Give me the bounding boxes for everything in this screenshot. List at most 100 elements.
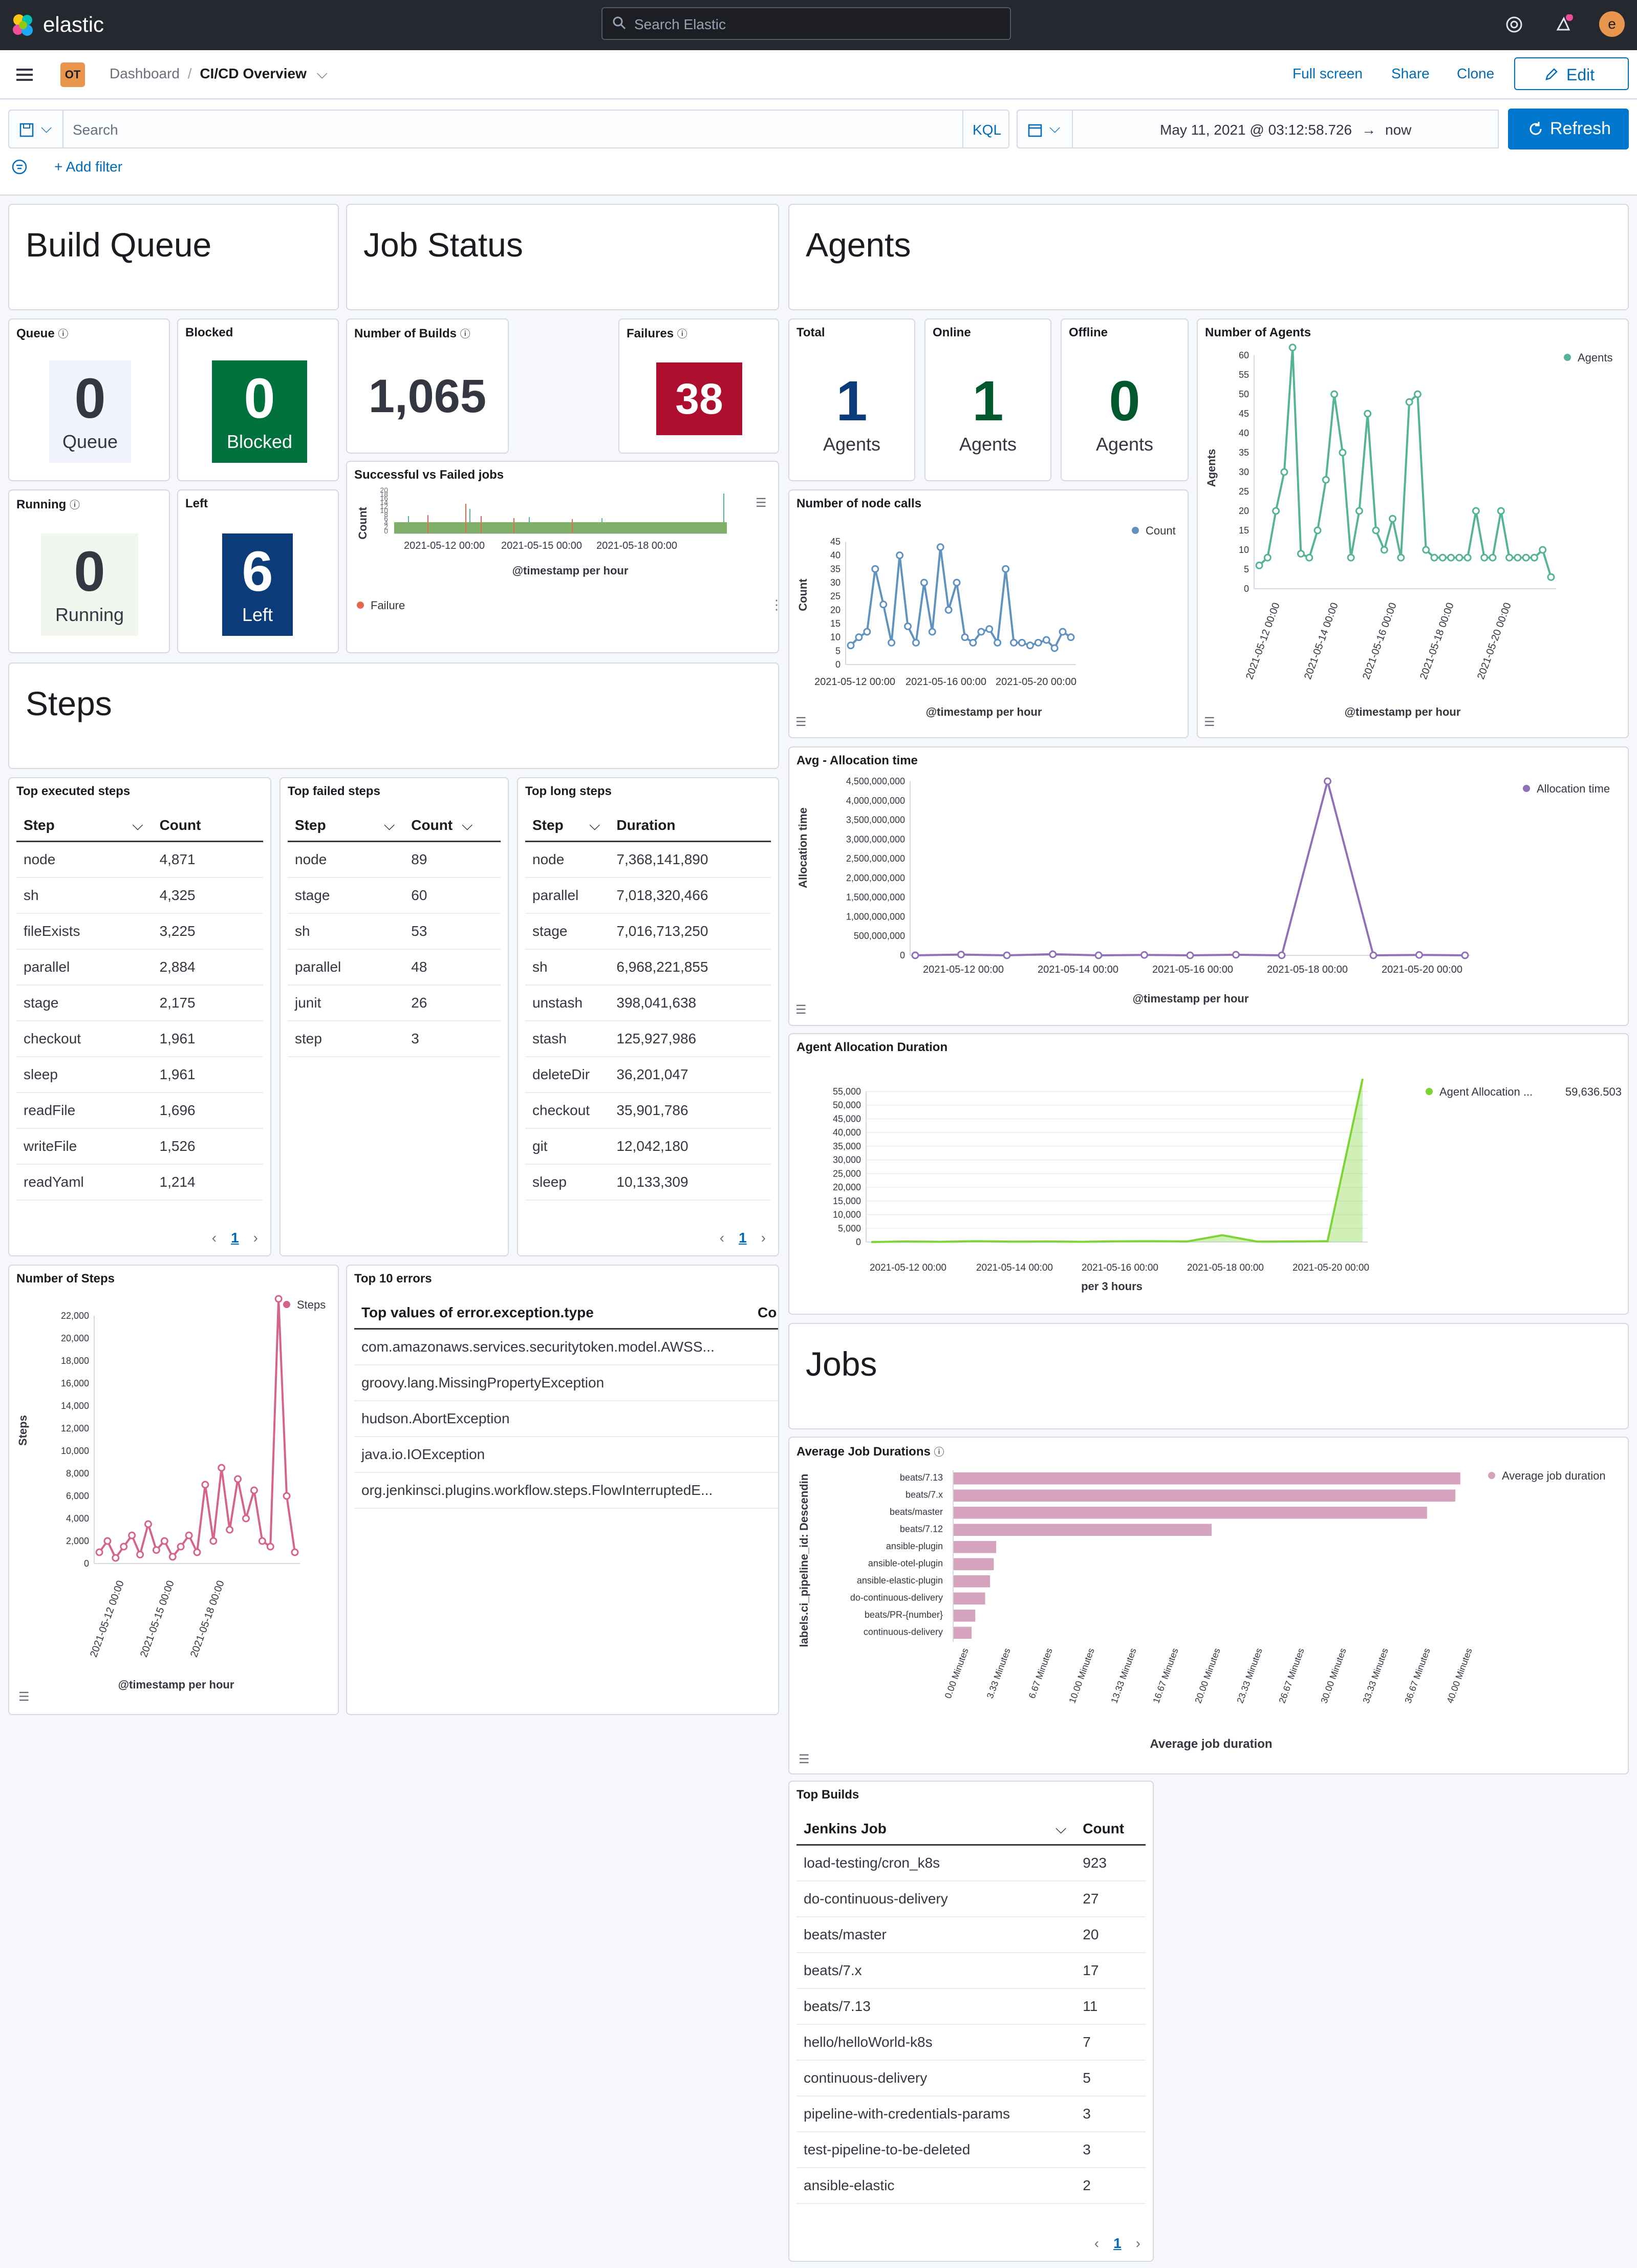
data-point[interactable] (1514, 553, 1522, 562)
data-point[interactable] (912, 638, 920, 647)
data-point[interactable] (128, 1531, 136, 1539)
data-point[interactable] (903, 622, 912, 630)
data-point[interactable] (193, 1548, 201, 1556)
table-row[interactable]: git 12,042,180 (525, 1129, 771, 1165)
time-start[interactable]: May 11, 2021 @ 03:12:58.726 (1160, 122, 1352, 138)
bar[interactable] (953, 1541, 997, 1553)
chevron-right-icon[interactable]: › (253, 1230, 258, 1246)
table-row[interactable]: sleep 1,961 (16, 1057, 263, 1093)
data-point[interactable] (1389, 515, 1397, 523)
data-point[interactable] (1280, 468, 1288, 476)
data-point[interactable] (1263, 553, 1272, 562)
data-point[interactable] (944, 606, 953, 614)
data-point[interactable] (855, 633, 863, 641)
table-row[interactable]: deleteDir 36,201,047 (525, 1057, 771, 1093)
filter-icon[interactable] (11, 159, 28, 175)
data-point[interactable] (1461, 951, 1469, 959)
space-badge[interactable]: OT (60, 62, 85, 87)
data-point[interactable] (1480, 553, 1489, 562)
table-row[interactable]: beats/7.x 17 (796, 1953, 1146, 1989)
bar[interactable] (953, 1592, 985, 1605)
chevron-down-icon[interactable]: ⌵ (317, 66, 328, 81)
data-point[interactable] (1278, 951, 1286, 959)
data-point[interactable] (291, 1548, 299, 1556)
column-header-type[interactable]: Top values of error.exception.type (354, 1304, 758, 1321)
info-icon[interactable]: ⓘ (677, 329, 687, 340)
data-point[interactable] (242, 1514, 250, 1523)
data-point[interactable] (1489, 553, 1497, 562)
legend-label[interactable]: Steps (297, 1298, 326, 1311)
data-point[interactable] (1430, 553, 1438, 562)
table-row[interactable]: checkout 35,901,786 (525, 1093, 771, 1129)
bar[interactable] (953, 1610, 976, 1622)
data-point[interactable] (185, 1531, 193, 1539)
info-icon[interactable]: ⓘ (58, 329, 68, 340)
global-search-input[interactable]: Search Elastic (601, 7, 1011, 40)
data-point[interactable] (177, 1543, 185, 1551)
table-row[interactable]: sh 6,968,221,855 (525, 950, 771, 986)
table-row[interactable]: junit 26 (288, 986, 501, 1021)
column-header-count[interactable]: Count (153, 817, 263, 833)
table-row[interactable]: java.io.IOException (354, 1437, 778, 1473)
table-row[interactable]: step 3 (288, 1021, 501, 1057)
table-row[interactable]: continuous-delivery 5 (796, 2061, 1146, 2096)
page-number[interactable]: 1 (1113, 2235, 1122, 2252)
data-point[interactable] (994, 638, 1002, 647)
data-point[interactable] (1397, 553, 1405, 562)
data-point[interactable] (1522, 553, 1530, 562)
table-row[interactable]: sh 53 (288, 914, 501, 950)
data-point[interactable] (283, 1492, 291, 1500)
data-point[interactable] (871, 565, 879, 573)
legend-label[interactable]: Average job duration (1502, 1469, 1606, 1482)
breadcrumb-dashboard[interactable]: Dashboard (110, 66, 180, 81)
table-row[interactable]: parallel 48 (288, 950, 501, 986)
data-point[interactable] (936, 543, 944, 551)
data-point[interactable] (1140, 951, 1148, 959)
table-row[interactable]: unstash 398,041,638 (525, 986, 771, 1021)
data-point[interactable] (1042, 636, 1050, 644)
column-header-step[interactable]: Step ⌵ (16, 817, 153, 834)
data-point[interactable] (1330, 390, 1339, 398)
table-row[interactable]: writeFile 1,526 (16, 1129, 263, 1165)
data-point[interactable] (1463, 553, 1472, 562)
data-point[interactable] (218, 1464, 226, 1472)
legend-label[interactable]: Count (1146, 524, 1176, 537)
table-row[interactable]: node 89 (288, 842, 501, 878)
data-point[interactable] (1305, 553, 1313, 562)
data-point[interactable] (961, 633, 969, 641)
data-point[interactable] (928, 628, 936, 636)
legend-label[interactable]: Agents (1578, 351, 1613, 364)
data-point[interactable] (120, 1543, 128, 1551)
table-row[interactable]: hudson.AbortException (354, 1401, 778, 1437)
saved-query-button[interactable]: ⌵ (8, 110, 63, 148)
elastic-logo-icon[interactable] (10, 12, 36, 38)
data-point[interactable] (977, 628, 985, 636)
data-point[interactable] (1339, 448, 1347, 457)
data-point[interactable] (1364, 410, 1372, 418)
chevron-left-icon[interactable]: ‹ (720, 1230, 724, 1246)
bar[interactable] (953, 1489, 1456, 1502)
add-filter-button[interactable]: + Add filter (54, 159, 122, 175)
chevron-left-icon[interactable]: ‹ (212, 1230, 217, 1246)
info-icon[interactable]: ⓘ (70, 500, 80, 511)
share-link[interactable]: Share (1391, 66, 1430, 82)
table-row[interactable]: test-pipeline-to-be-deleted 3 (796, 2132, 1146, 2168)
legend-toggle-icon[interactable]: ☰ (795, 715, 807, 729)
legend-toggle-icon[interactable]: ☰ (756, 496, 767, 510)
node-calls-chart[interactable]: Count @timestamp per hour Count 2021-05-… (789, 490, 1188, 737)
table-row[interactable]: stage 60 (288, 878, 501, 914)
data-point[interactable] (1547, 573, 1555, 581)
table-row[interactable]: parallel 7,018,320,466 (525, 878, 771, 914)
table-row[interactable]: ansible-elastic 2 (796, 2168, 1146, 2204)
data-point[interactable] (103, 1537, 112, 1545)
kql-toggle[interactable]: KQL (962, 110, 1009, 148)
table-row[interactable]: beats/master 20 (796, 1917, 1146, 1953)
data-point[interactable] (1413, 390, 1421, 398)
page-number[interactable]: 1 (739, 1230, 747, 1246)
user-avatar[interactable]: e (1599, 11, 1625, 37)
data-point[interactable] (1497, 507, 1505, 515)
table-row[interactable]: stash 125,927,986 (525, 1021, 771, 1057)
clone-link[interactable]: Clone (1457, 66, 1494, 82)
data-point[interactable] (1539, 546, 1547, 554)
legend-label[interactable]: Allocation time (1537, 782, 1610, 795)
